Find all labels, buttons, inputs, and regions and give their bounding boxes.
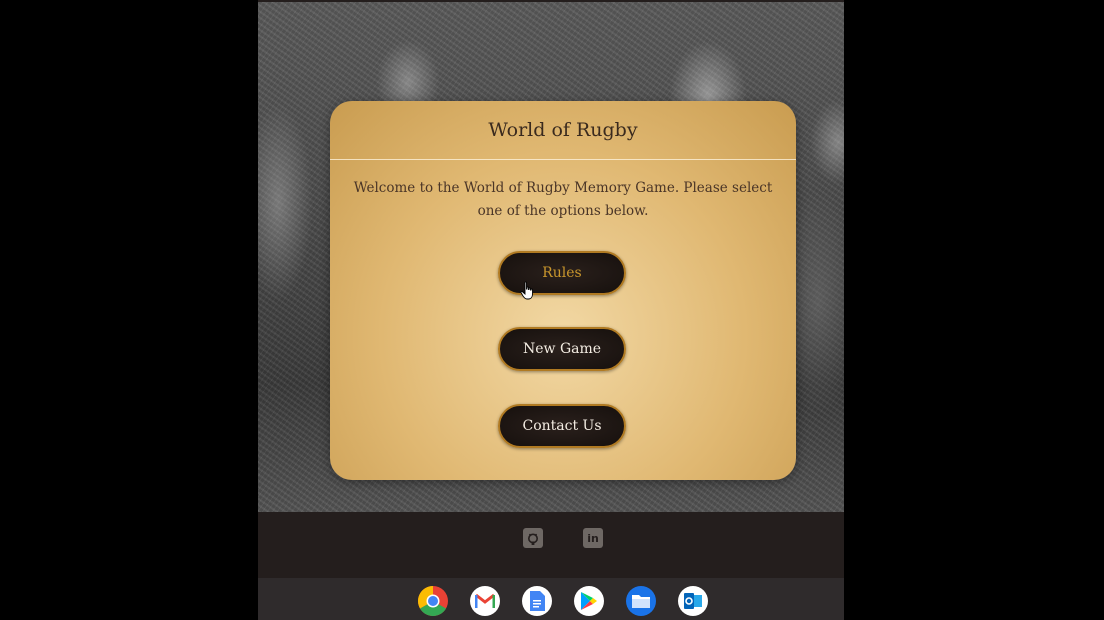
game-page: World of Rugby Welcome to the World of R… bbox=[258, 0, 844, 620]
linkedin-link[interactable]: in bbox=[583, 528, 603, 548]
rules-button[interactable]: Rules bbox=[498, 251, 626, 295]
linkedin-icon: in bbox=[587, 531, 599, 545]
contact-us-button[interactable]: Contact Us bbox=[498, 404, 626, 448]
welcome-text: Welcome to the World of Rugby Memory Gam… bbox=[353, 180, 773, 219]
github-link[interactable] bbox=[523, 528, 543, 548]
new-game-button[interactable]: New Game bbox=[498, 327, 626, 371]
system-shelf bbox=[258, 578, 844, 620]
card-divider bbox=[330, 159, 796, 160]
card-title: World of Rugby bbox=[488, 119, 638, 141]
gmail-icon[interactable] bbox=[470, 586, 500, 616]
files-icon[interactable] bbox=[626, 586, 656, 616]
hand-cursor-icon bbox=[520, 281, 533, 300]
footer: in bbox=[258, 512, 844, 578]
github-icon bbox=[528, 533, 538, 545]
outlook-icon[interactable] bbox=[678, 586, 708, 616]
docs-icon[interactable] bbox=[522, 586, 552, 616]
welcome-card: World of Rugby Welcome to the World of R… bbox=[330, 101, 796, 480]
play-store-icon[interactable] bbox=[574, 586, 604, 616]
chrome-icon[interactable] bbox=[418, 586, 448, 616]
